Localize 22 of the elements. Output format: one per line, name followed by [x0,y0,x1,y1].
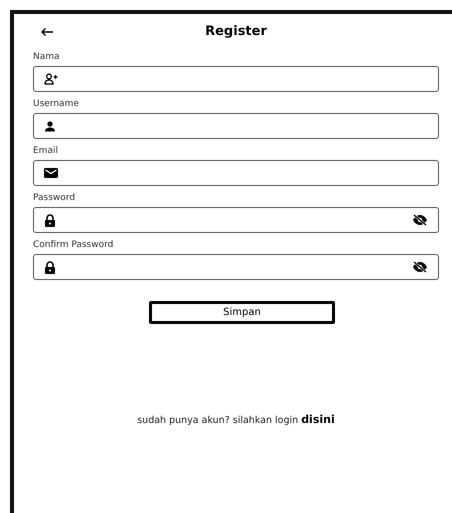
field-label: Password [33,193,76,203]
eye-slash-icon[interactable] [412,261,428,273]
add-person-icon [44,73,58,85]
input-field[interactable] [33,66,439,92]
field-label: Confirm Password [33,240,114,250]
lock-icon [44,260,56,274]
login-prompt: sudah punya akun? silahkan login disini [136,413,336,426]
input-field[interactable] [33,113,439,139]
input-field[interactable] [33,207,439,233]
field-label: Username [33,99,80,109]
eye-slash-icon[interactable] [412,214,428,226]
save-button[interactable]: Simpan [149,301,335,324]
input-field[interactable] [33,254,439,280]
login-link[interactable]: disini [301,413,335,426]
page-title: Register [205,24,267,38]
back-arrow-icon[interactable] [40,27,54,37]
lock-icon [44,214,56,226]
field-label: Nama [33,52,61,62]
person-icon [44,120,56,132]
field-label: Email [33,146,59,156]
input-field[interactable] [33,160,439,186]
envelope-icon [44,168,58,178]
